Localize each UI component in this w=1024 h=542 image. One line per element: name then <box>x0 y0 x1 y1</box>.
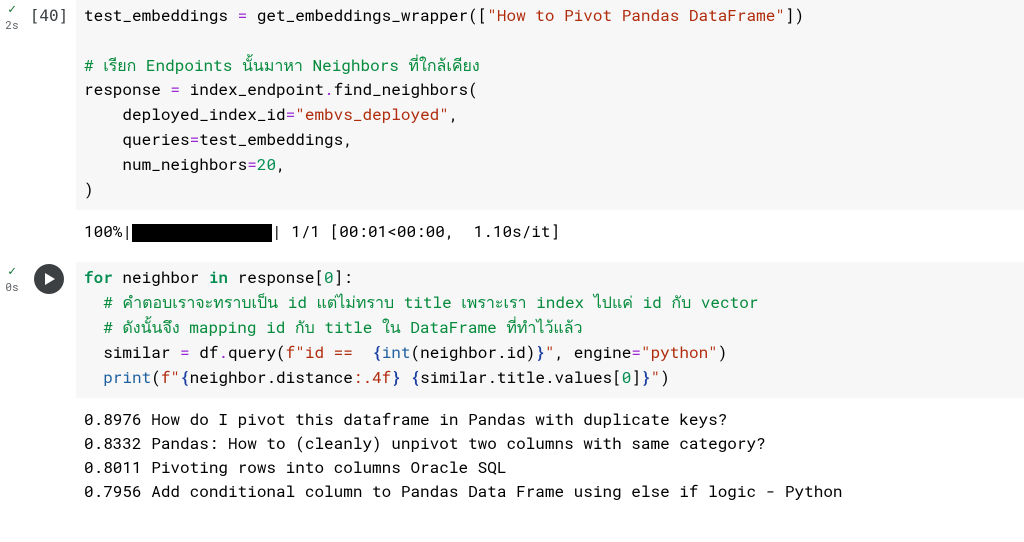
code-cell-1: ✓ 2s [40] test_embeddings = get_embeddin… <box>0 0 1024 244</box>
status-ok-icon: ✓ <box>8 2 16 15</box>
code-token: find_neighbors <box>334 79 468 100</box>
cell-output: 0.8976 How do I pivot this dataframe in … <box>76 398 1024 504</box>
code-token: ( <box>468 79 478 100</box>
exec-count-area[interactable]: [40] <box>22 2 76 244</box>
output-line: 0.8332 Pandas: How to (cleanly) unpivot … <box>84 433 766 454</box>
code-token: ([ <box>468 5 487 26</box>
output-line: 0.8011 Pivoting rows into columns Oracle… <box>84 457 506 478</box>
code-token: . <box>324 79 334 100</box>
progress-left: 100%| <box>84 221 132 242</box>
code-cell-2: ✓ 0s for neighbor in response[0]: # คำตอ… <box>0 262 1024 504</box>
code-editor[interactable]: test_embeddings = get_embeddings_wrapper… <box>76 0 1024 210</box>
code-token: query <box>228 342 276 363</box>
code-token: test_embeddings, <box>199 129 353 150</box>
code-token: num_neighbors <box>84 154 247 175</box>
code-token: index_endpoint <box>190 79 324 100</box>
status-column: ✓ 0s <box>0 264 22 504</box>
code-token: neighbor <box>113 267 209 288</box>
code-comment: # ดังนั้นจึง mapping id กับ title ใน Dat… <box>84 317 583 338</box>
code-token: ) <box>718 342 728 363</box>
code-token: f" <box>161 367 180 388</box>
code-token: f"id == <box>286 342 372 363</box>
output-line: 0.7956 Add conditional column to Pandas … <box>84 481 843 502</box>
code-token: { <box>411 367 421 388</box>
code-token: ( <box>151 367 161 388</box>
code-token: = <box>180 342 199 363</box>
code-token: 0 <box>622 367 632 388</box>
code-token: ) <box>84 179 94 200</box>
cell-body: test_embeddings = get_embeddings_wrapper… <box>76 0 1024 244</box>
code-token: :.4f <box>353 367 391 388</box>
output-line: 0.8976 How do I pivot this dataframe in … <box>84 409 727 430</box>
code-token <box>401 367 411 388</box>
cell-output: 100%| | 1/1 [00:01<00:00, 1.10s/it] <box>76 210 1024 244</box>
code-comment: # เรียก Endpoints นั้นมาหา Neighbors ที่… <box>84 55 480 76</box>
code-token: 0 <box>324 267 334 288</box>
code-token: df <box>199 342 218 363</box>
code-token: " <box>545 342 555 363</box>
code-token: , <box>449 104 459 125</box>
code-token: ]) <box>785 5 804 26</box>
code-token: (neighbor.id) <box>411 342 536 363</box>
cell-body: for neighbor in response[0]: # คำตอบเราจ… <box>76 262 1024 504</box>
code-token: ) <box>660 367 670 388</box>
code-token: deployed_index_id <box>84 104 286 125</box>
code-token: similar.title.values[ <box>420 367 622 388</box>
code-token: { <box>372 342 382 363</box>
run-cell-button[interactable] <box>34 264 64 294</box>
code-token: = <box>170 79 189 100</box>
code-token: ( <box>276 342 286 363</box>
code-token: print <box>103 367 151 388</box>
code-token: = <box>190 129 200 150</box>
code-token: = <box>238 5 257 26</box>
code-token: "python" <box>641 342 718 363</box>
code-editor[interactable]: for neighbor in response[0]: # คำตอบเราจ… <box>76 262 1024 398</box>
code-token: ]: <box>334 267 353 288</box>
code-comment: # คำตอบเราจะทราบเป็น id แต่ไม่ทราบ title… <box>84 292 758 313</box>
code-token: in <box>209 267 228 288</box>
code-token: response <box>84 79 170 100</box>
code-token: for <box>84 267 113 288</box>
code-token: = <box>286 104 296 125</box>
code-token: { <box>180 367 190 388</box>
code-token: " <box>651 367 661 388</box>
code-token: int <box>382 342 411 363</box>
progress-bar-fill <box>132 224 272 242</box>
code-token: response[ <box>228 267 324 288</box>
elapsed-time: 2s <box>5 17 18 34</box>
code-token: neighbor.distance <box>190 367 353 388</box>
code-token: , engine <box>555 342 632 363</box>
code-token: similar <box>84 342 180 363</box>
code-token: } <box>535 342 545 363</box>
code-token: } <box>641 367 651 388</box>
cell-gutter: ✓ 0s <box>0 262 76 504</box>
code-token: "embvs_deployed" <box>295 104 449 125</box>
code-token: } <box>391 367 401 388</box>
status-ok-icon: ✓ <box>8 264 16 277</box>
elapsed-time: 0s <box>5 279 18 296</box>
code-token: 20 <box>257 154 276 175</box>
code-token: = <box>631 342 641 363</box>
code-token: , <box>276 154 286 175</box>
code-token: test_embeddings <box>84 5 238 26</box>
cell-gutter: ✓ 2s [40] <box>0 0 76 244</box>
code-token: ] <box>631 367 641 388</box>
code-token: . <box>218 342 228 363</box>
status-column: ✓ 2s <box>0 2 22 244</box>
code-token: "How to Pivot Pandas DataFrame" <box>487 5 785 26</box>
execution-count: [40] <box>30 2 69 28</box>
run-button-area[interactable] <box>22 264 76 504</box>
code-token: = <box>247 154 257 175</box>
progress-right: | 1/1 [00:01<00:00, 1.10s/it] <box>272 221 560 242</box>
code-token: get_embeddings_wrapper <box>257 5 468 26</box>
play-icon <box>42 272 56 286</box>
code-token: queries <box>84 129 190 150</box>
code-token <box>84 367 103 388</box>
